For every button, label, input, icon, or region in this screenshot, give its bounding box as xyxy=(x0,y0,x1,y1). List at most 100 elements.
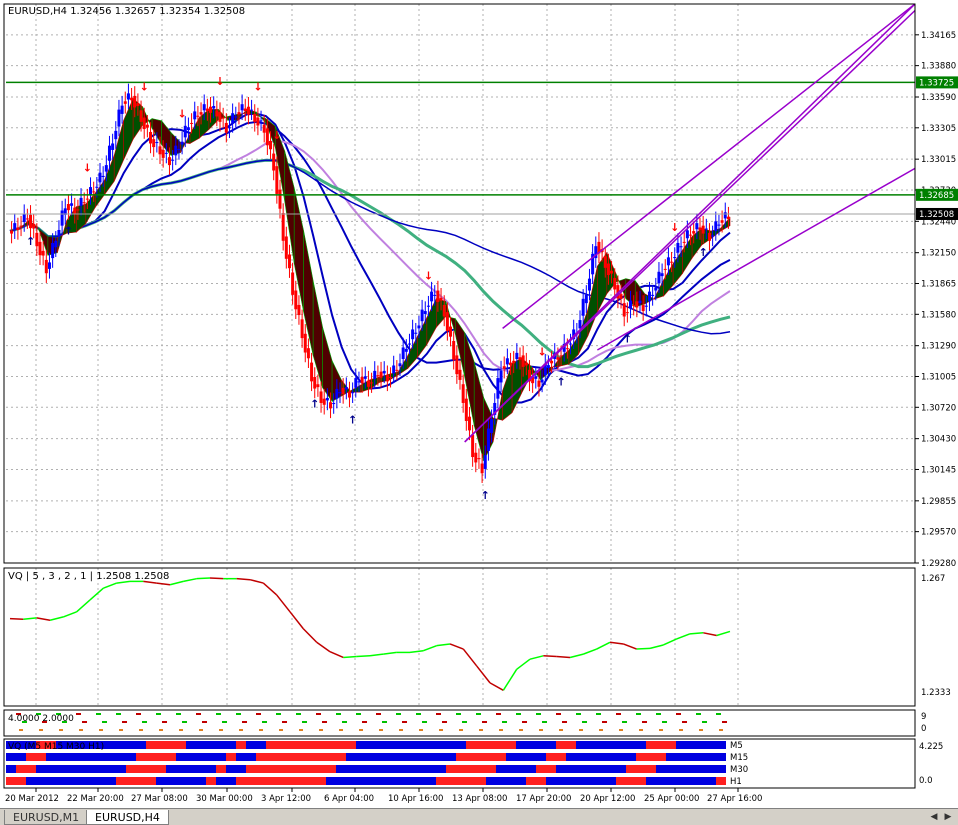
dot-row-3 xyxy=(379,729,383,731)
mtf-cell xyxy=(566,741,576,749)
candle-body xyxy=(603,256,607,268)
dot-row-3 xyxy=(599,729,603,731)
mtf-cell xyxy=(536,765,546,773)
dot-row-3 xyxy=(419,729,423,731)
mtf-cell xyxy=(346,741,356,749)
candle-body xyxy=(439,297,443,301)
mtf-cell xyxy=(516,777,526,785)
mtf-cell xyxy=(216,753,226,761)
dot-row-2 xyxy=(622,721,627,723)
candle-body xyxy=(256,117,260,126)
dot-row-1 xyxy=(276,713,281,715)
dot-row-1 xyxy=(176,713,181,715)
candle-body xyxy=(467,416,471,431)
dot-row-3 xyxy=(259,729,263,731)
mtf-cell xyxy=(76,753,86,761)
candle-body xyxy=(347,391,351,398)
mtf-cell xyxy=(336,765,346,773)
mtf-cell xyxy=(176,753,186,761)
mtf-cell xyxy=(446,765,456,773)
candle-body xyxy=(540,379,544,383)
dot-row-3 xyxy=(19,729,23,731)
mtf-cell xyxy=(506,741,516,749)
mtf-cell xyxy=(326,753,336,761)
mtf-cell xyxy=(86,753,96,761)
mtf-cell xyxy=(136,777,146,785)
dot-row-1 xyxy=(456,713,461,715)
candle-body xyxy=(556,357,560,360)
candle-body xyxy=(13,223,17,230)
mtf-cell xyxy=(446,753,456,761)
dot-row-2 xyxy=(242,721,247,723)
mtf-cell xyxy=(146,765,156,773)
vq-title: VQ | 5 , 3 , 2 , 1 | 1.2508 1.2508 xyxy=(8,571,169,582)
dot-row-1 xyxy=(136,713,141,715)
mtf-cell xyxy=(426,777,436,785)
candle-body xyxy=(436,290,440,303)
candle-body xyxy=(534,376,538,379)
candle-body xyxy=(155,142,159,144)
dot-row-1 xyxy=(296,713,301,715)
mtf-cell xyxy=(206,777,216,785)
candle-body xyxy=(366,380,370,387)
candle-body xyxy=(711,235,715,237)
dot-row-1 xyxy=(196,713,201,715)
mtf-cell xyxy=(626,741,636,749)
mtf-cell xyxy=(286,753,296,761)
dot-row-3 xyxy=(279,729,283,731)
chart-canvas[interactable]: ↓ ↓ ↓ ↓ ↓ ↓ ↓ ↓ ↓ ↑ ↑ ↑ ↑ ↑ ↑ ↑ ↑ M5 M15 M30 H1 1.34165 1.33… xyxy=(0,0,958,808)
mtf-cell xyxy=(646,753,656,761)
candle-body xyxy=(234,116,238,118)
vq-line-segment xyxy=(556,655,571,659)
tab-scroll-right-icon[interactable]: ▶ xyxy=(942,811,954,823)
tab-scroll-left-icon[interactable]: ◀ xyxy=(928,811,940,823)
mtf-cell xyxy=(606,777,616,785)
mtf-cell xyxy=(406,753,416,761)
dot-row-3 xyxy=(159,729,163,731)
mtf-cell xyxy=(386,765,396,773)
mtf-cell xyxy=(546,753,556,761)
dot-row-1 xyxy=(96,713,101,715)
candle-body xyxy=(19,225,23,227)
tab-eurusd-m1[interactable]: EURUSD,M1 xyxy=(4,810,89,825)
candle-body xyxy=(512,360,516,364)
candle-body xyxy=(29,214,33,229)
mtf-cell xyxy=(46,765,56,773)
mtf-cell xyxy=(96,777,106,785)
candle-body xyxy=(130,97,134,101)
dot-row-3 xyxy=(199,729,203,731)
candle-body xyxy=(123,101,127,104)
candle-body xyxy=(224,122,228,133)
sell-arrow-icon: ↓ xyxy=(272,129,281,142)
chart-window[interactable]: ↓ ↓ ↓ ↓ ↓ ↓ ↓ ↓ ↓ ↑ ↑ ↑ ↑ ↑ ↑ ↑ ↑ M5 M15 M30 H1 1.34165 1.33… xyxy=(0,0,958,825)
candle-body xyxy=(253,113,257,122)
dot-row-3 xyxy=(399,729,403,731)
mtf-cell xyxy=(36,777,46,785)
candle-body xyxy=(54,240,58,248)
mtf-cell xyxy=(166,753,176,761)
mtf-cell xyxy=(526,765,536,773)
vq-line-segment xyxy=(209,577,224,580)
tab-eurusd-h4[interactable]: EURUSD,H4 xyxy=(86,810,169,825)
time-tick-label: 17 Apr 20:00 xyxy=(516,794,571,804)
candle-body xyxy=(654,287,658,291)
dot-row-3 xyxy=(39,729,43,731)
mtf-cell xyxy=(146,753,156,761)
price-tick-label: 1.30430 xyxy=(921,435,956,445)
mtf-cell xyxy=(146,777,156,785)
dot-row-3 xyxy=(499,729,503,731)
mtf-cell xyxy=(506,777,516,785)
dot-row-3 xyxy=(699,729,703,731)
dot-row-2 xyxy=(462,721,467,723)
dot-row-1 xyxy=(76,713,81,715)
mtf-cell xyxy=(456,741,466,749)
price-tick-label: 1.33590 xyxy=(921,93,956,103)
dot-row-2 xyxy=(422,721,427,723)
dot-row-1 xyxy=(236,713,241,715)
time-tick-label: 27 Apr 16:00 xyxy=(707,794,762,804)
buy-arrow-icon: ↑ xyxy=(310,397,319,410)
mtf-cell xyxy=(626,765,636,773)
candle-body xyxy=(584,294,588,304)
mtf-cell xyxy=(356,765,366,773)
candle-body xyxy=(509,362,513,366)
